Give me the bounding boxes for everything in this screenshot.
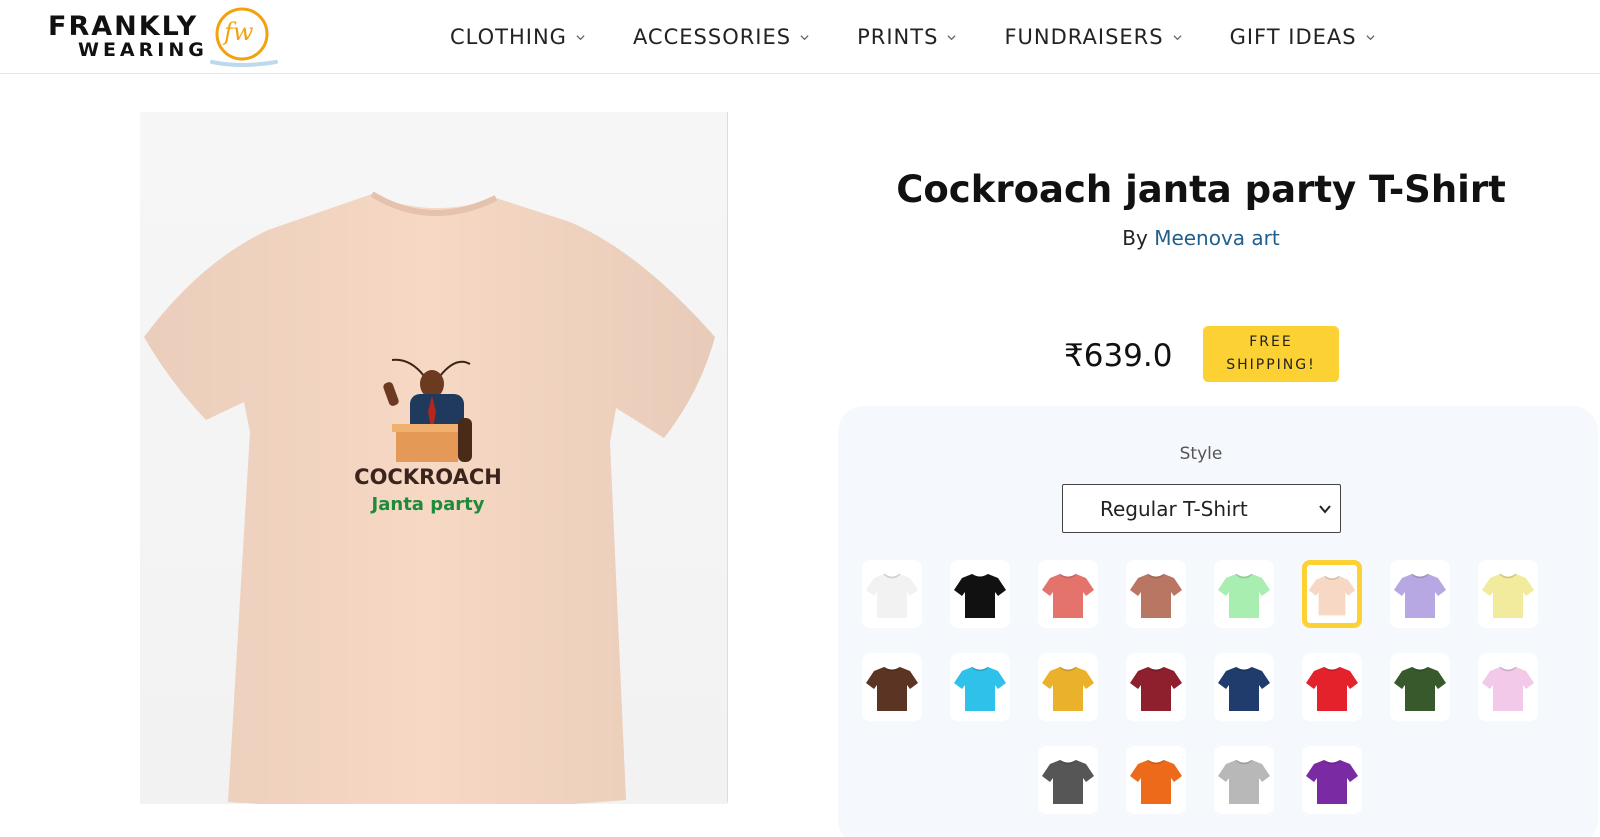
nav-item-label: ACCESSORIES bbox=[632, 25, 792, 49]
nav-item-gift-ideas[interactable]: GIFT IDEAS bbox=[1230, 25, 1375, 49]
tshirt-icon bbox=[1218, 666, 1270, 711]
site-header: FRANKLY WEARING fw CLOTHING ACCESSORIES PR… bbox=[0, 0, 1600, 74]
tshirt-icon bbox=[1130, 573, 1182, 618]
color-swatch[interactable] bbox=[1390, 653, 1450, 721]
nav-item-accessories[interactable]: ACCESSORIES bbox=[633, 25, 809, 49]
tshirt-icon bbox=[1042, 666, 1094, 711]
byline-prefix: By bbox=[1122, 226, 1148, 250]
tshirt-icon bbox=[1394, 666, 1446, 711]
logo-text-line1: FRANKLY bbox=[48, 11, 199, 42]
color-swatch[interactable] bbox=[1038, 746, 1098, 814]
chevron-down-icon bbox=[947, 34, 957, 40]
color-swatch[interactable] bbox=[1038, 653, 1098, 721]
color-swatch[interactable] bbox=[1126, 653, 1186, 721]
shirt-print-line2: Janta party bbox=[370, 494, 485, 515]
product-byline: By Meenova art bbox=[840, 226, 1562, 250]
color-swatch[interactable] bbox=[1214, 560, 1274, 628]
tshirt-icon bbox=[1306, 666, 1358, 711]
style-select-value: Regular T-Shirt bbox=[1100, 496, 1248, 521]
chevron-down-icon bbox=[1366, 34, 1375, 40]
tshirt-icon bbox=[954, 666, 1006, 711]
tshirt-icon bbox=[866, 573, 918, 618]
product-title: Cockroach janta party T-Shirt bbox=[896, 168, 1506, 211]
chevron-down-icon bbox=[1173, 34, 1182, 40]
color-swatch[interactable] bbox=[950, 653, 1010, 721]
nav-item-fundraisers[interactable]: FUNDRAISERS bbox=[1004, 25, 1182, 49]
image-divider bbox=[727, 112, 728, 802]
chevron-down-icon bbox=[576, 34, 585, 40]
tshirt-icon bbox=[1482, 573, 1534, 618]
main-nav: CLOTHING ACCESSORIES PRINTS FUNDRAISERS GIFT… bbox=[450, 0, 1423, 74]
nav-item-prints[interactable]: PRINTS bbox=[857, 25, 957, 49]
tshirt-icon bbox=[866, 666, 918, 711]
chevron-down-icon bbox=[800, 34, 809, 40]
nav-item-label: GIFT IDEAS bbox=[1229, 25, 1357, 49]
color-swatch[interactable] bbox=[1478, 653, 1538, 721]
tshirt-icon bbox=[1482, 666, 1534, 711]
tshirt-icon bbox=[1218, 759, 1270, 804]
nav-item-label: PRINTS bbox=[857, 25, 939, 49]
nav-item-label: CLOTHING bbox=[450, 25, 567, 49]
color-swatch[interactable] bbox=[950, 560, 1010, 628]
site-logo[interactable]: FRANKLY WEARING fw bbox=[46, 6, 286, 68]
color-swatch[interactable] bbox=[1126, 560, 1186, 628]
color-swatch[interactable] bbox=[862, 560, 922, 628]
product-image[interactable]: COCKROACH Janta party bbox=[140, 112, 728, 804]
color-swatch[interactable] bbox=[1214, 653, 1274, 721]
tshirt-icon bbox=[1042, 759, 1094, 804]
tshirt-icon bbox=[1130, 666, 1182, 711]
style-select[interactable]: Regular T-Shirt bbox=[1062, 484, 1341, 533]
product-price: ₹639.0 bbox=[1064, 338, 1173, 374]
nav-item-clothing[interactable]: CLOTHING bbox=[450, 25, 585, 49]
logo-mark-text: fw bbox=[224, 18, 254, 46]
color-swatch[interactable] bbox=[1038, 560, 1098, 628]
tshirt-icon bbox=[1394, 573, 1446, 618]
color-swatch[interactable] bbox=[1390, 560, 1450, 628]
color-swatch[interactable] bbox=[1126, 746, 1186, 814]
color-swatch[interactable] bbox=[1302, 653, 1362, 721]
nav-item-label: FUNDRAISERS bbox=[1004, 25, 1164, 49]
tshirt-icon bbox=[1042, 573, 1094, 618]
logo-text-line2: WEARING bbox=[78, 39, 208, 61]
free-shipping-badge: FREE SHIPPING! bbox=[1203, 326, 1339, 382]
color-swatch[interactable] bbox=[1478, 560, 1538, 628]
artist-link[interactable]: Meenova art bbox=[1154, 226, 1280, 250]
chevron-down-icon bbox=[1319, 505, 1331, 514]
tshirt-icon bbox=[1308, 575, 1356, 616]
color-swatch[interactable] bbox=[862, 653, 922, 721]
color-swatch[interactable] bbox=[1214, 746, 1274, 814]
shirt-print-line1: COCKROACH bbox=[354, 465, 502, 489]
tshirt-icon bbox=[1130, 759, 1182, 804]
color-swatch[interactable] bbox=[1302, 746, 1362, 814]
tshirt-mockup-image: COCKROACH Janta party bbox=[144, 191, 715, 804]
tshirt-icon bbox=[1306, 759, 1358, 804]
style-label: Style bbox=[1179, 444, 1223, 464]
tshirt-icon bbox=[954, 573, 1006, 618]
free-shipping-text: FREE SHIPPING! bbox=[1226, 334, 1316, 373]
color-swatch[interactable] bbox=[1302, 560, 1362, 628]
tshirt-icon bbox=[1218, 573, 1270, 618]
